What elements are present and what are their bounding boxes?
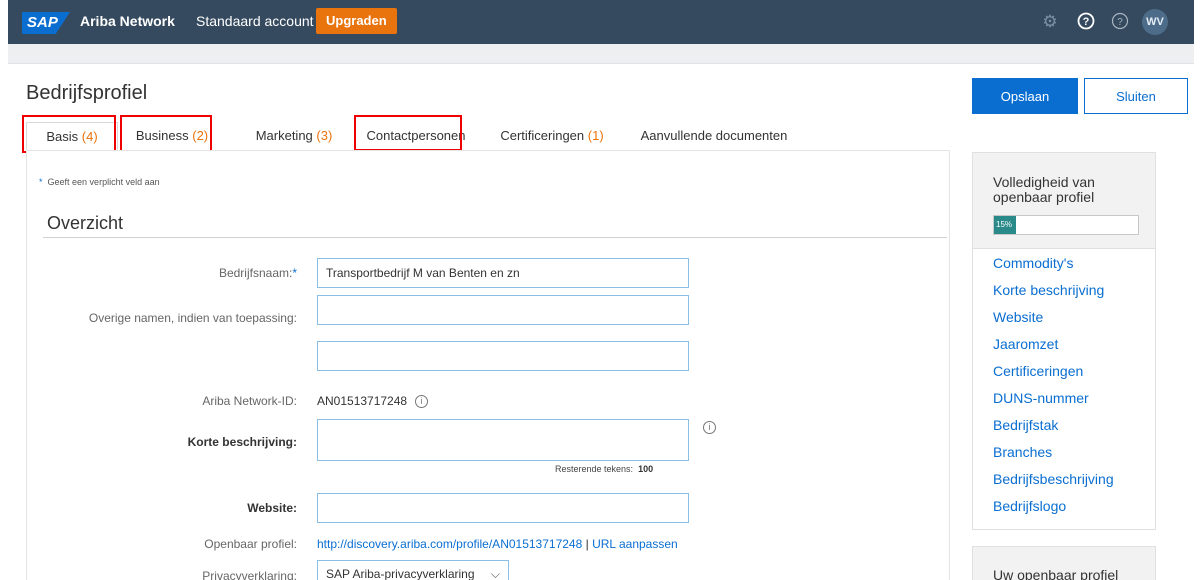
- main-form-panel: * Geeft een verplicht veld aan Overzicht…: [26, 150, 950, 580]
- side-link-industry[interactable]: Bedrijfstak: [993, 417, 1058, 433]
- company-name-input[interactable]: [317, 258, 689, 288]
- tab-certificeringen[interactable]: Certificeringen (1): [496, 122, 608, 150]
- side-link-branches[interactable]: Branches: [993, 444, 1052, 460]
- remaining-chars: Resterende tekens: 100: [555, 464, 653, 474]
- upgrade-button[interactable]: Upgraden: [316, 8, 397, 34]
- privacy-select[interactable]: SAP Ariba-privacyverklaring ⌵: [317, 560, 509, 580]
- page-title: Bedrijfsprofiel: [26, 82, 148, 104]
- highlight-box-basis: [22, 115, 116, 153]
- highlight-box-business: [120, 115, 212, 153]
- tab-label: Aanvullende documenten: [640, 128, 788, 143]
- ariba-window: SAP Ariba Network Standaard account Upgr…: [8, 0, 1194, 580]
- network-id-text: AN01513717248: [317, 394, 408, 408]
- info-icon[interactable]: i: [703, 421, 716, 434]
- sub-header-strip: [8, 44, 1194, 64]
- tab-label: Marketing: [255, 128, 313, 143]
- progress-fill: 15%: [994, 216, 1016, 234]
- side-link-website[interactable]: Website: [993, 309, 1043, 325]
- website-input[interactable]: [317, 493, 689, 523]
- required-star: *: [39, 177, 43, 187]
- gear-icon[interactable]: ⚙: [1040, 12, 1060, 32]
- required-note: * Geeft een verplicht veld aan: [39, 177, 160, 187]
- separator: |: [585, 537, 589, 551]
- tab-count: (1): [587, 128, 604, 143]
- other-names-input-1[interactable]: [317, 295, 689, 325]
- company-name-label: Bedrijfsnaam:*: [27, 266, 297, 280]
- section-title: Overzicht: [47, 213, 124, 233]
- tab-count: (3): [316, 128, 333, 143]
- edit-url-link[interactable]: URL aanpassen: [592, 537, 678, 551]
- public-profile-label: Openbaar profiel:: [204, 537, 297, 551]
- svg-text:?: ?: [1117, 17, 1123, 28]
- help-icon[interactable]: ?: [1076, 12, 1096, 32]
- chevron-down-icon: ⌵: [490, 567, 500, 580]
- side-link-company-logo[interactable]: Bedrijfslogo: [993, 498, 1066, 514]
- tab-marketing[interactable]: Marketing (3): [246, 122, 342, 150]
- completeness-progress-bar: 15%: [993, 215, 1139, 235]
- tab-label: Certificeringen: [500, 128, 585, 143]
- short-desc-label: Korte beschrijving:: [187, 435, 297, 449]
- side-link-annual-revenue[interactable]: Jaaromzet: [993, 336, 1058, 352]
- side-link-short-description[interactable]: Korte beschrijving: [993, 282, 1104, 298]
- completeness-title: Volledigheid van openbaar profiel: [993, 174, 1095, 205]
- company-name-label-text: Bedrijfsnaam:: [218, 266, 293, 280]
- account-type: Standaard account: [196, 13, 314, 29]
- tab-aanvullende-documenten[interactable]: Aanvullende documenten: [634, 122, 794, 150]
- info-icon[interactable]: i: [415, 395, 429, 409]
- save-button[interactable]: Opslaan: [972, 78, 1078, 114]
- required-note-text: Geeft een verplicht veld aan: [47, 177, 160, 187]
- avatar[interactable]: WV: [1142, 9, 1168, 35]
- remaining-label: Resterende tekens:: [555, 464, 634, 474]
- required-star: *: [292, 266, 297, 280]
- other-names-label: Overige namen, indien van toepassing:: [88, 311, 297, 325]
- public-profile-panel: Uw openbaar profiel: [972, 546, 1156, 580]
- top-bar: SAP Ariba Network Standaard account Upgr…: [8, 0, 1194, 44]
- remaining-value: 100: [638, 464, 654, 474]
- sap-logo: SAP: [22, 12, 70, 34]
- side-link-duns[interactable]: DUNS-nummer: [993, 390, 1089, 406]
- public-profile-link[interactable]: http://discovery.ariba.com/profile/AN015…: [317, 537, 582, 551]
- network-id-value: AN01513717248 i: [317, 394, 429, 409]
- brand-name: Ariba Network: [80, 13, 175, 29]
- section-divider: [43, 237, 947, 238]
- privacy-select-value: SAP Ariba-privacyverklaring: [326, 567, 475, 580]
- public-profile-panel-title: Uw openbaar profiel: [993, 567, 1119, 580]
- network-id-label: Ariba Network-ID:: [202, 394, 297, 408]
- help-outline-icon[interactable]: ?: [1110, 12, 1130, 32]
- completeness-header: Volledigheid van openbaar profiel 15%: [973, 153, 1155, 249]
- privacy-label: Privacyverklaring:: [202, 569, 297, 580]
- profile-completeness-panel: Volledigheid van openbaar profiel 15% Co…: [972, 152, 1156, 530]
- website-label: Website:: [247, 501, 297, 515]
- svg-text:?: ?: [1083, 16, 1090, 28]
- side-link-company-description[interactable]: Bedrijfsbeschrijving: [993, 471, 1114, 487]
- side-link-certifications[interactable]: Certificeringen: [993, 363, 1083, 379]
- short-desc-textarea[interactable]: [317, 419, 689, 461]
- side-link-commodities[interactable]: Commodity's: [993, 255, 1073, 271]
- close-button[interactable]: Sluiten: [1084, 78, 1188, 114]
- highlight-box-contactpersonen: [354, 115, 462, 151]
- other-names-input-2[interactable]: [317, 341, 689, 371]
- public-profile-value: http://discovery.ariba.com/profile/AN015…: [317, 537, 678, 551]
